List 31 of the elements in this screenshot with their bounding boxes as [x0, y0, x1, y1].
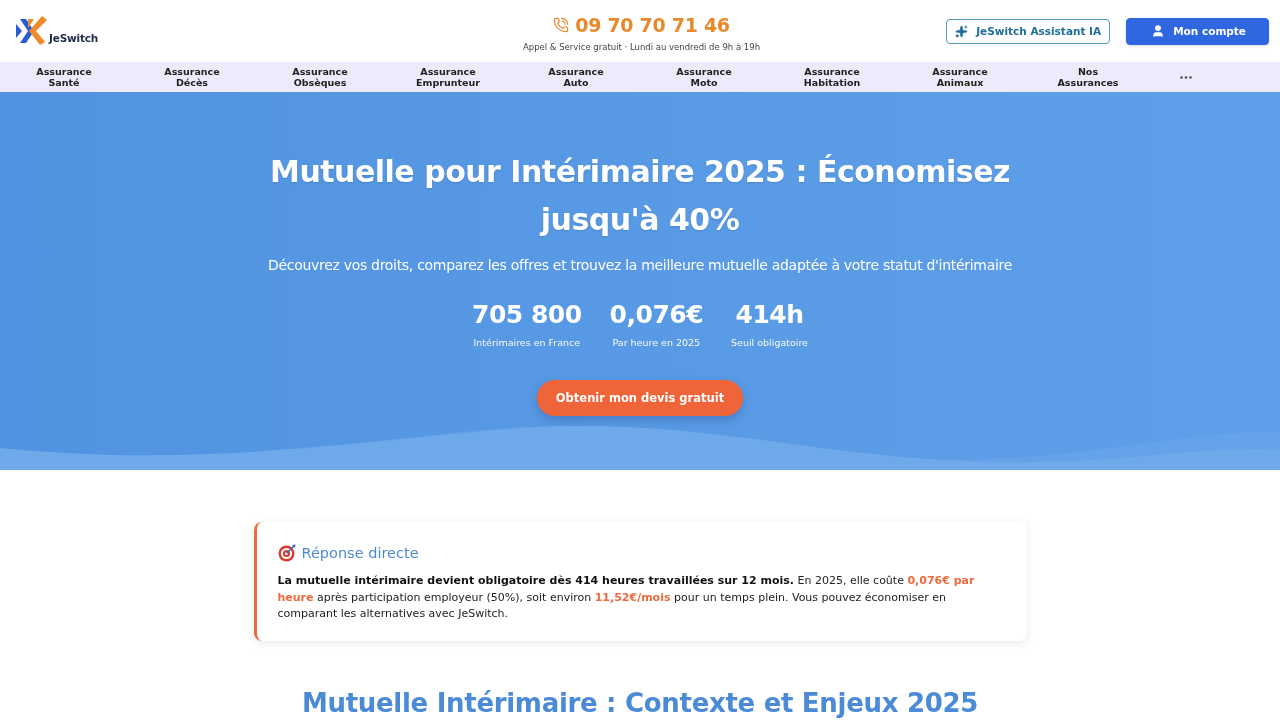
stat-label: Seuil obligatoire	[731, 336, 808, 350]
assistant-button[interactable]: JeSwitch Assistant IA	[946, 18, 1111, 44]
stat-value: 705 800	[472, 300, 582, 330]
service-hours: Appel & Service gratuit · Lundi au vendredi de 9h à 19h	[522, 42, 761, 52]
phone-number: 09 70 70 71 46	[575, 14, 730, 36]
nav-link[interactable]: Assurance Emprunteur	[384, 66, 512, 88]
stat-label: Intérimaires en France	[473, 336, 581, 350]
phone-icon	[553, 17, 570, 33]
logo-text: JeSwitch	[49, 32, 98, 44]
more-icon[interactable]	[1180, 75, 1192, 79]
stat-value: 0,076€	[609, 300, 704, 330]
hero-title: Mutuelle pour Intérimaire 2025 : Économisez jusqu'à 40%	[269, 153, 1011, 239]
answer-text: La mutuelle intérimaire devient obligatoire dès 414 heures travaillées sur 12 mois. En 2025, elle coûte 0,076€ par heure après participation employeur (50%), soit environ 11,52€/mois pour un temps plein. Vous pouvez économiser en comparant les alternatives avec JeSwitch.	[277, 573, 976, 622]
nav-link[interactable]: Assurance Obsèques	[256, 66, 384, 88]
stat-label: Par heure en 2025	[612, 336, 701, 350]
nav-link[interactable]: Assurance Animaux	[896, 66, 1024, 88]
target-icon	[277, 544, 296, 562]
section-heading: Mutuelle Intérimaire : Contexte et Enjeux 2025	[301, 686, 979, 719]
sparkle-icon	[955, 24, 969, 38]
nav-link[interactable]: Assurance Décès	[128, 66, 256, 88]
nav-link[interactable]: Assurance Moto	[640, 66, 768, 88]
nav-link[interactable]: Assurance Santé	[0, 66, 128, 88]
account-button[interactable]: Mon compte	[1126, 17, 1269, 45]
user-icon	[1151, 24, 1166, 38]
nav-link[interactable]: Assurance Auto	[512, 66, 640, 88]
nav-link[interactable]: Nos Assurances	[1024, 66, 1152, 88]
nav-link[interactable]: Assurance Habitation	[768, 66, 896, 88]
logo-icon	[14, 14, 48, 48]
hero-subtitle: Découvrez vos droits, comparez les offres et trouvez la meilleure mutuelle adaptée à votre statut d'intérimaire	[268, 256, 1012, 274]
card-title: Réponse directe	[301, 545, 419, 561]
stat-value: 414h	[735, 300, 804, 330]
